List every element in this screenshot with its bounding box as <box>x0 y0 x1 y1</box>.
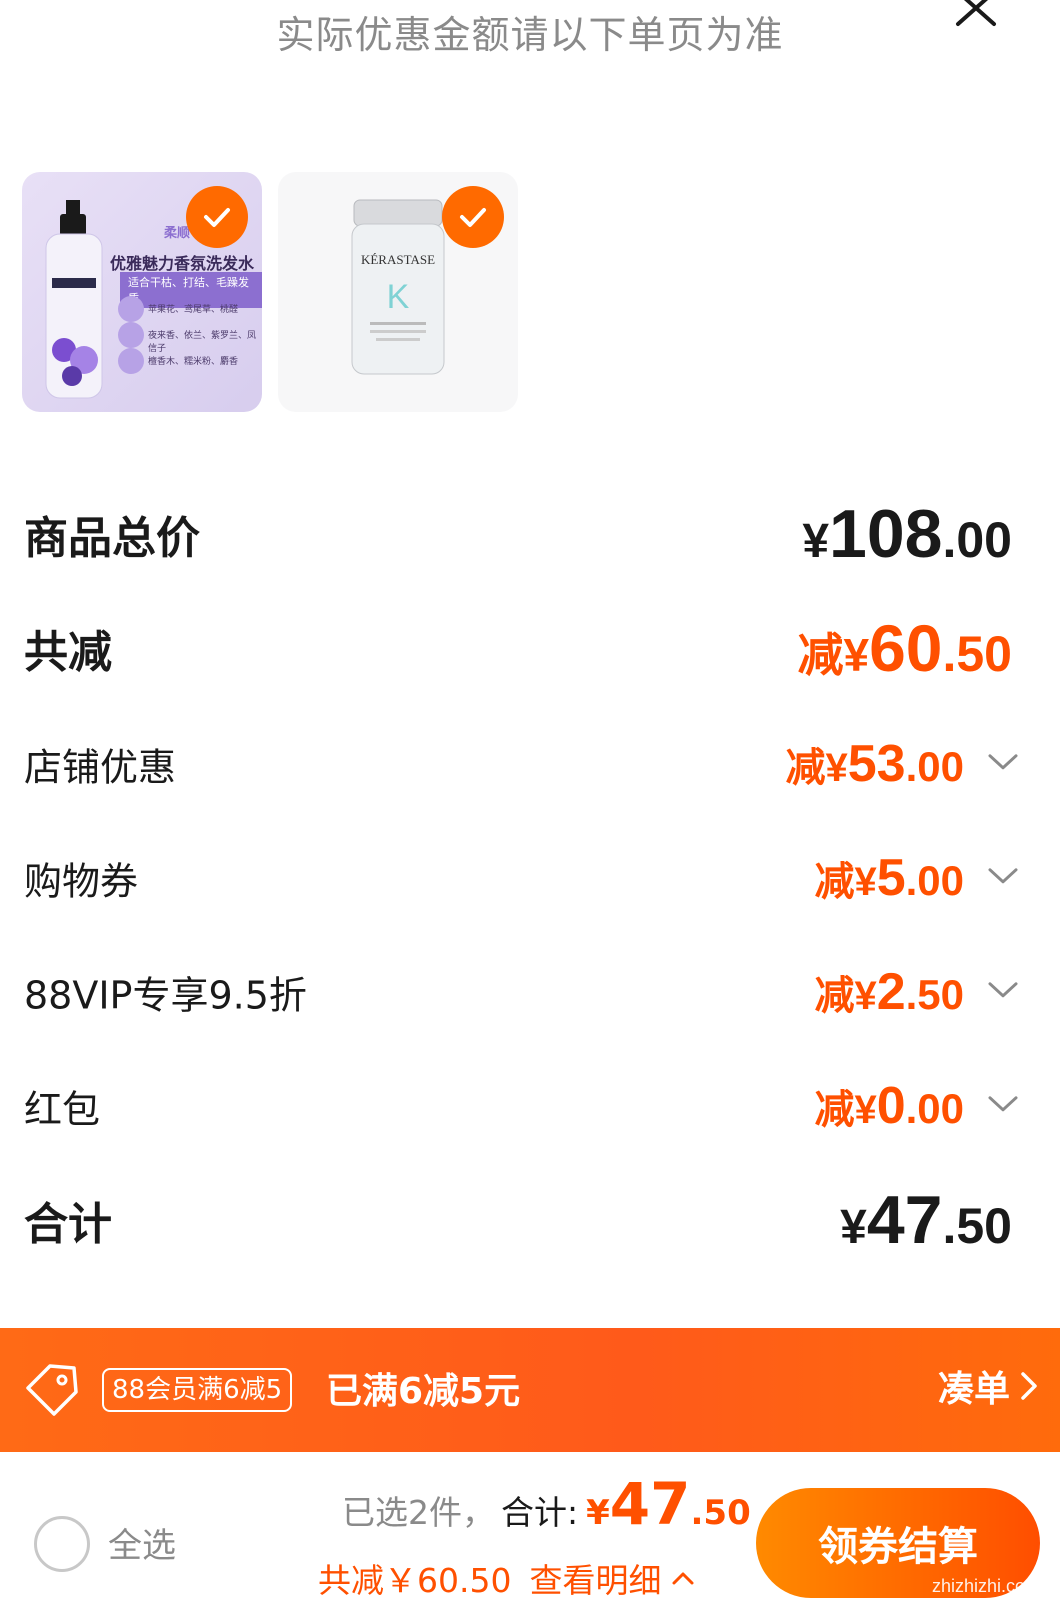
discount-detail-link[interactable]: 共减￥60.50 查看明细 <box>318 1554 695 1602</box>
check-icon[interactable] <box>186 186 248 248</box>
row-value: 减 ¥ 60 .50 <box>797 611 1012 685</box>
row-label: 店铺优惠 <box>24 745 177 790</box>
total-currency: ¥ <box>586 1493 610 1533</box>
bottle-brand-text: KÉRASTASE <box>361 252 435 267</box>
product-thumbnail-kerasys[interactable]: 柔顺 优雅魅力香氛洗发水 适合干枯、打结、毛躁发质 苹果花、鸢尾草、桃醛 夜来香… <box>22 172 262 412</box>
shampoo-bottle-image <box>45 200 103 399</box>
checkout-label: 领券结算 <box>818 1524 978 1570</box>
select-all-radio[interactable] <box>34 1516 90 1572</box>
note-dot <box>118 296 144 322</box>
promo-bar[interactable]: 88会员满6减5 已满6减5元 凑单 <box>0 1328 1060 1452</box>
chevron-down-icon[interactable] <box>986 751 1020 773</box>
row-label: 红包 <box>24 1087 101 1132</box>
total-label: 合计: <box>501 1493 579 1532</box>
fragrance-note: 苹果花、鸢尾草、桃醛 <box>148 305 239 315</box>
row-red-packet[interactable]: 红包 减 ¥ 0 .00 <box>24 1066 1024 1146</box>
row-value: ¥ 47 .50 <box>840 1182 1012 1258</box>
selection-summary: 已选2件， 合计: ¥ 47 .50 <box>342 1470 751 1538</box>
row-label: 商品总价 <box>24 513 200 564</box>
view-detail-label: 查看明细 <box>529 1561 662 1600</box>
row-88vip-discount[interactable]: 88VIP专享9.5折 减 ¥ 2 .50 <box>24 952 1024 1032</box>
svg-text:K: K <box>387 278 410 316</box>
product-thumbnail-kerastase[interactable]: KÉRASTASE K <box>278 172 518 412</box>
total-dec: .50 <box>690 1493 751 1533</box>
row-label: 88VIP专享9.5折 <box>24 973 307 1018</box>
row-value: 减 ¥ 0 .00 <box>814 1077 964 1135</box>
checkout-footer: 全选 已选2件， 合计: ¥ 47 .50 共减￥60.50 查看明细 领券结算… <box>0 1452 1060 1611</box>
row-grand-total: 合计 ¥ 47 .50 <box>24 1180 1024 1260</box>
row-store-discount[interactable]: 店铺优惠 减 ¥ 53 .00 <box>24 724 1024 804</box>
row-value: 减 ¥ 2 .50 <box>814 963 964 1021</box>
shampoo-bottle-image: KÉRASTASE K <box>351 199 445 375</box>
chevron-down-icon[interactable] <box>986 979 1020 1001</box>
price-notice: 实际优惠金额请以下单页为准 <box>276 13 784 57</box>
chevron-down-icon[interactable] <box>986 1093 1020 1115</box>
chevron-right-icon <box>1021 1372 1037 1400</box>
add-on-label: 凑单 <box>937 1369 1010 1410</box>
product-image-title: 优雅魅力香氛洗发水 <box>110 254 255 273</box>
saved-amount: 共减￥60.50 <box>318 1561 512 1600</box>
row-total-discount: 共减 减 ¥ 60 .50 <box>24 608 1024 688</box>
note-dot <box>118 322 144 348</box>
selected-count: 已选2件， <box>342 1493 495 1532</box>
select-all-label[interactable]: 全选 <box>108 1518 176 1567</box>
selected-products: 柔顺 优雅魅力香氛洗发水 适合干枯、打结、毛躁发质 苹果花、鸢尾草、桃醛 夜来香… <box>22 172 518 412</box>
close-icon[interactable] <box>954 0 998 28</box>
row-goods-total: 商品总价 ¥ 108 .00 <box>24 494 1024 574</box>
chevron-down-icon[interactable] <box>986 865 1020 887</box>
row-label: 购物券 <box>24 859 139 904</box>
chevron-up-icon <box>672 1572 694 1585</box>
row-label: 共减 <box>24 627 112 678</box>
row-shopping-coupon[interactable]: 购物券 减 ¥ 5 .00 <box>24 838 1024 918</box>
add-on-link[interactable]: 凑单 <box>938 1360 1040 1412</box>
promo-badge: 88会员满6减5 <box>102 1368 293 1412</box>
row-value: ¥ 108 .00 <box>802 496 1012 572</box>
row-label: 合计 <box>24 1199 112 1250</box>
fragrance-note: 夜来香、依兰、紫罗兰、凤信子 <box>148 331 257 354</box>
promo-text: 已满6减5元 <box>326 1371 521 1412</box>
note-dot <box>118 348 144 374</box>
row-value: 减 ¥ 5 .00 <box>814 849 964 907</box>
row-value: 减 ¥ 53 .00 <box>785 735 964 793</box>
coupon-tag-icon <box>26 1364 78 1416</box>
total-int: 47 <box>609 1470 691 1538</box>
fragrance-note: 檀香木、糯米粉、麝香 <box>148 357 239 367</box>
watermark: zhizhizhi.com <box>931 1576 1040 1596</box>
check-icon[interactable] <box>442 186 504 248</box>
